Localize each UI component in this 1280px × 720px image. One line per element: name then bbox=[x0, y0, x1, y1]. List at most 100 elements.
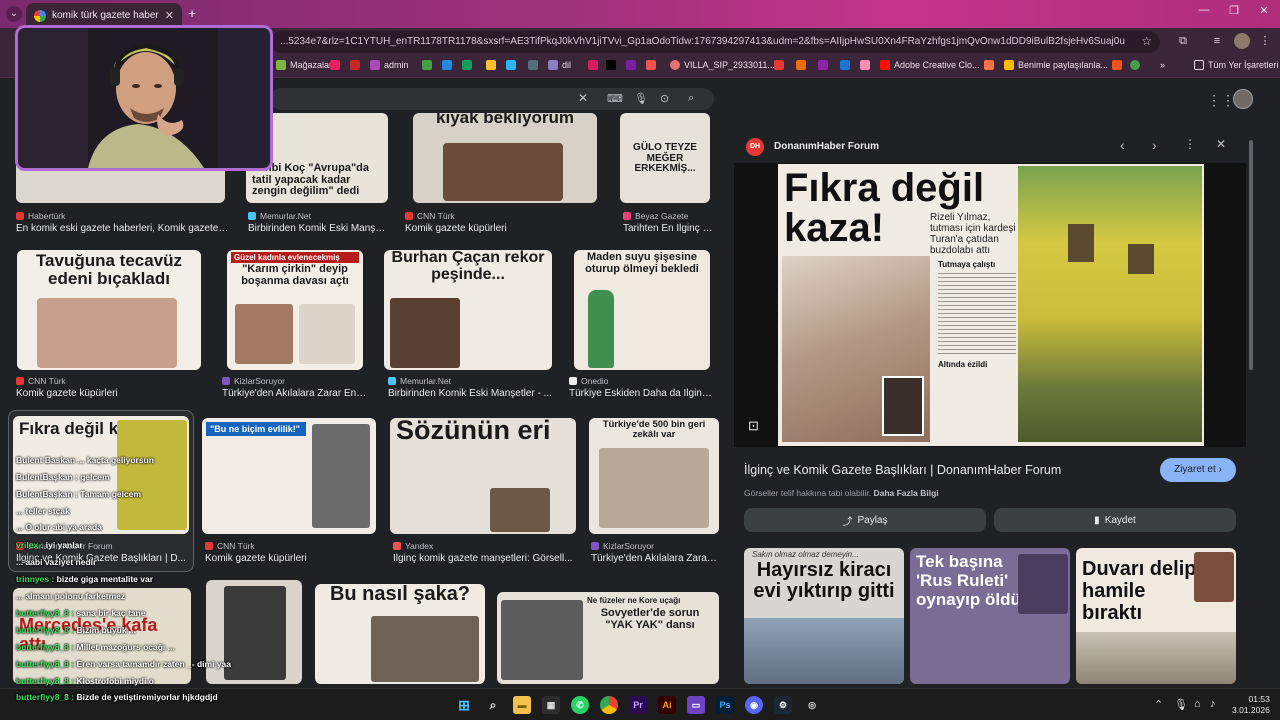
menu-kebab-icon[interactable]: ⋮ bbox=[1258, 34, 1272, 48]
bookmark-icon-3[interactable] bbox=[422, 60, 432, 70]
bookmark-icon-20[interactable] bbox=[1130, 60, 1140, 70]
result-image-12[interactable]: Mercedes'e kafa attı bbox=[13, 588, 191, 684]
result-caption-2[interactable]: Komik gazete küpürleri bbox=[405, 223, 605, 234]
network-icon[interactable]: ⌂ bbox=[1194, 698, 1201, 710]
search-input[interactable]: ✕ ⌨ 🎙 ⊙ ⌕ bbox=[270, 88, 714, 110]
mic-icon[interactable]: 🎙 bbox=[634, 92, 648, 105]
extensions-icon[interactable]: ⧉ bbox=[1176, 34, 1190, 48]
result-caption-10[interactable]: İlginç komik gazete manşetleri: Görsell.… bbox=[393, 553, 575, 564]
keyboard-icon[interactable]: ⌨ bbox=[607, 92, 623, 105]
result-image-10[interactable]: Sözünün eri bbox=[390, 418, 576, 534]
obs-icon[interactable]: ◎ bbox=[803, 696, 821, 714]
save-button[interactable]: ▮ Kaydet bbox=[994, 508, 1236, 532]
panel-title[interactable]: İlginç ve Komik Gazete Başlıkları | Dona… bbox=[744, 463, 1061, 477]
related-image-2[interactable]: Duvarı delip hamile bıraktı bbox=[1076, 548, 1236, 684]
lens-icon[interactable]: ⊡ bbox=[748, 418, 759, 434]
start-icon[interactable]: ⊞ bbox=[455, 696, 473, 714]
lens-search-icon[interactable]: ⊙ bbox=[660, 92, 669, 105]
reading-list-icon[interactable]: ≡ bbox=[1210, 34, 1224, 48]
bookmark-adobe[interactable]: Adobe Creative Clo... bbox=[880, 60, 980, 70]
file-explorer-icon[interactable]: ▬ bbox=[513, 696, 531, 714]
bookmark-villa[interactable]: VILLA_SIP_2933011... bbox=[670, 60, 775, 70]
chrome-icon[interactable] bbox=[600, 696, 618, 714]
photoshop-icon[interactable]: Ps bbox=[716, 696, 734, 714]
result-image-2[interactable]: kıyak bekliyorum bbox=[413, 113, 597, 203]
bookmarks-overflow-icon[interactable]: » bbox=[1160, 60, 1165, 70]
result-image-9[interactable]: "Bu ne biçim evlilik!" bbox=[202, 418, 376, 534]
volume-icon[interactable]: ♪ bbox=[1210, 698, 1216, 710]
microphone-icon[interactable]: 🎙 bbox=[1174, 698, 1188, 711]
tab-search-icon[interactable]: ⌄ bbox=[6, 6, 22, 22]
app-icon[interactable]: ▭ bbox=[687, 696, 705, 714]
bookmark-icon-12[interactable] bbox=[646, 60, 656, 70]
tray-overflow-icon[interactable]: ⌃ bbox=[1154, 698, 1163, 711]
result-caption-3[interactable]: Tarihten En İlginç E... bbox=[623, 223, 717, 234]
clear-search-icon[interactable]: ✕ bbox=[578, 91, 588, 105]
related-image-1[interactable]: Tek başına 'Rus Ruleti' oynayıp öldü bbox=[910, 548, 1070, 684]
bookmark-all[interactable]: Tüm Yer İşaretleri bbox=[1194, 60, 1279, 70]
result-caption-6[interactable]: Birbirinden Komik Eski Manşetler - ... bbox=[388, 388, 552, 399]
result-source-3[interactable]: Beyaz Gazete bbox=[623, 211, 688, 221]
result-source-6[interactable]: Memurlar.Net bbox=[388, 376, 451, 386]
related-image-0[interactable]: Sakın olmaz olmaz demeyin... Hayırsız ki… bbox=[744, 548, 904, 684]
result-image-14[interactable]: Bu nasıl şaka? bbox=[315, 584, 485, 684]
result-source-5[interactable]: KizlarSoruyor bbox=[222, 376, 285, 386]
search-icon[interactable]: ⌕ bbox=[484, 696, 502, 714]
premiere-icon[interactable]: Pr bbox=[629, 696, 647, 714]
search-icon[interactable]: ⌕ bbox=[688, 92, 694, 105]
account-avatar[interactable] bbox=[1233, 89, 1253, 109]
bookmark-icon-1[interactable] bbox=[330, 60, 340, 70]
bookmark-admin[interactable]: admin bbox=[370, 60, 409, 70]
new-tab-button[interactable]: + bbox=[188, 5, 196, 21]
result-source-11[interactable]: KizlarSoruyor bbox=[591, 541, 654, 551]
result-image-6[interactable]: Burhan Çaçan rekor peşinde... bbox=[384, 250, 552, 370]
result-source-0[interactable]: Habertürk bbox=[16, 211, 65, 221]
result-caption-1[interactable]: Birbirinden Komik Eski Manşet... bbox=[248, 223, 390, 234]
scrollbar-thumb[interactable] bbox=[1249, 140, 1253, 370]
bookmark-icon-14[interactable] bbox=[796, 60, 806, 70]
result-caption-11[interactable]: Türkiye'den Akılalara Zarar ... bbox=[591, 553, 717, 564]
result-caption-7[interactable]: Türkiye Eskiden Daha da İlginç ... bbox=[569, 388, 715, 399]
result-caption-9[interactable]: Komik gazete küpürleri bbox=[205, 553, 377, 564]
result-image-7[interactable]: Maden suyu şişesine oturup ölmeyi bekled… bbox=[574, 250, 710, 370]
more-options-icon[interactable]: ⋮ bbox=[1184, 137, 1196, 151]
steam-icon[interactable]: ⚙ bbox=[774, 696, 792, 714]
whatsapp-icon[interactable]: ✆ bbox=[571, 696, 589, 714]
bookmark-icon-6[interactable] bbox=[486, 60, 496, 70]
result-image-5[interactable]: Güzel kadınla evlenecekmiş "Karım çirkin… bbox=[227, 250, 363, 370]
next-image-icon[interactable]: › bbox=[1152, 137, 1157, 153]
illustrator-icon[interactable]: Ai bbox=[658, 696, 676, 714]
result-source-10[interactable]: Yandex bbox=[393, 541, 433, 551]
bookmark-icon-16[interactable] bbox=[840, 60, 850, 70]
result-source-4[interactable]: CNN Türk bbox=[16, 376, 66, 386]
bookmark-icon-2[interactable] bbox=[350, 60, 360, 70]
result-caption-4[interactable]: Komik gazete küpürleri bbox=[16, 388, 206, 399]
result-image-15[interactable]: Ne füzeler ne Kore uçağı Sovyetler'de so… bbox=[497, 592, 719, 684]
bookmark-icon-11[interactable] bbox=[626, 60, 636, 70]
address-bar[interactable]: ...5234e7&rlz=1C1YTUH_enTR1178TR1178&sxs… bbox=[270, 31, 1160, 53]
bookmark-icon-13[interactable] bbox=[774, 60, 784, 70]
bookmark-star-icon[interactable]: ☆ bbox=[1141, 34, 1152, 48]
profile-avatar[interactable] bbox=[1234, 33, 1250, 49]
hero-image[interactable]: Fıkra değil kaza! Rizeli Yılmaz, tutması… bbox=[778, 164, 1204, 446]
panel-source-name[interactable]: DonanımHaber Forum bbox=[774, 141, 879, 152]
learn-more-link[interactable]: Daha Fazla Bilgi bbox=[873, 488, 938, 498]
bookmark-shared[interactable]: Benimle paylaşılanla... bbox=[1004, 60, 1108, 70]
bookmark-dil[interactable]: dil bbox=[548, 60, 571, 70]
system-clock[interactable]: 01:53 3.01.2026 bbox=[1232, 694, 1270, 716]
result-source-1[interactable]: Memurlar.Net bbox=[248, 211, 311, 221]
bookmark-icon-15[interactable] bbox=[818, 60, 828, 70]
bookmark-icon-5[interactable] bbox=[462, 60, 472, 70]
visit-button[interactable]: Ziyaret et › bbox=[1160, 458, 1236, 482]
bookmark-icon-18[interactable] bbox=[984, 60, 994, 70]
minimize-icon[interactable]: — bbox=[1194, 4, 1214, 16]
result-image-11[interactable]: Türkiye'de 500 bin geri zekâlı var bbox=[589, 418, 719, 534]
discord-icon[interactable]: ◉ bbox=[745, 696, 763, 714]
result-source-7[interactable]: Onedio bbox=[569, 376, 608, 386]
result-image-3[interactable]: GÜLO TEYZE MEĞER ERKEKMİŞ... bbox=[620, 113, 710, 203]
bookmark-icon-7[interactable] bbox=[506, 60, 516, 70]
bookmark-icon-10[interactable] bbox=[606, 60, 616, 70]
bookmark-icon-17[interactable] bbox=[860, 60, 870, 70]
result-source-9[interactable]: CNN Türk bbox=[205, 541, 255, 551]
previous-image-icon[interactable]: ‹ bbox=[1120, 137, 1125, 153]
